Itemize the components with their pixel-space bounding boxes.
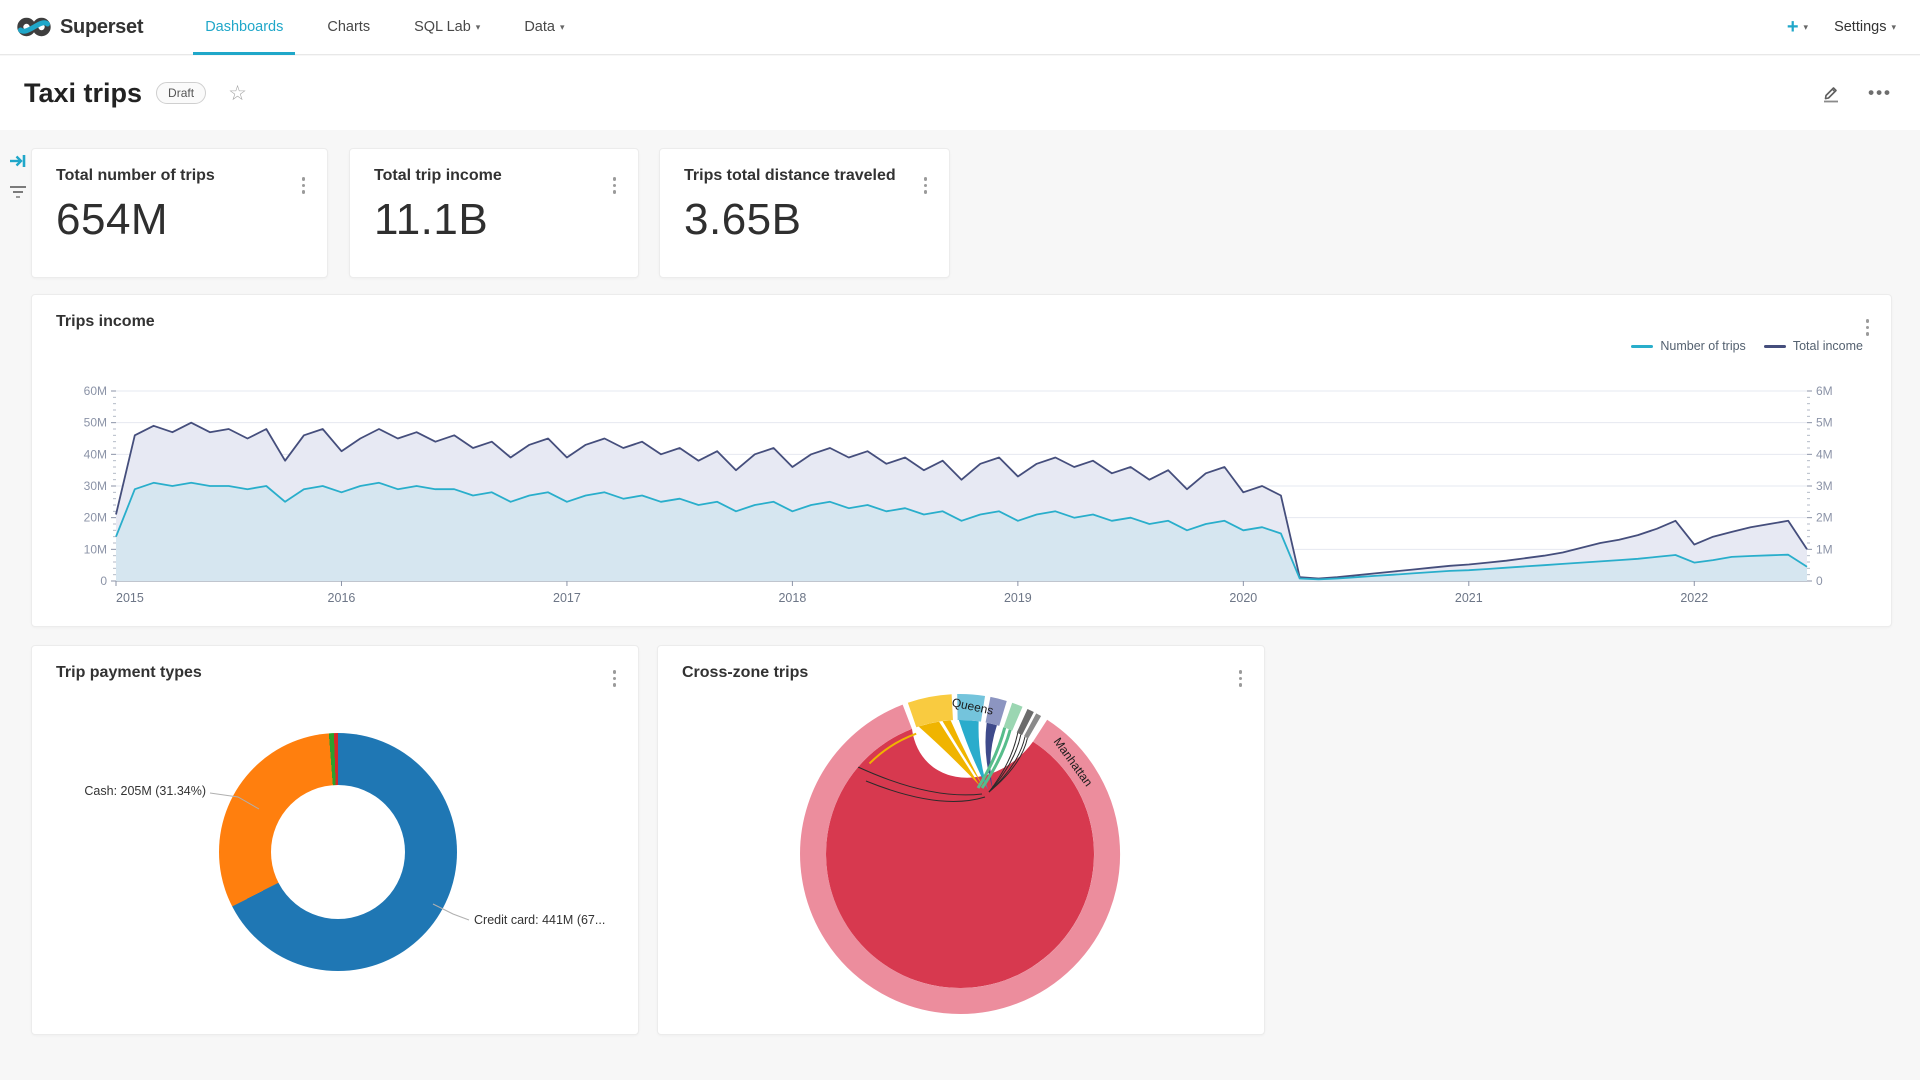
svg-text:2017: 2017 bbox=[553, 591, 581, 605]
settings-label: Settings bbox=[1834, 19, 1886, 35]
settings-menu[interactable]: Settings ▾ bbox=[1834, 19, 1896, 35]
chart-title: Trip payment types bbox=[56, 664, 202, 682]
nav-item-label: SQL Lab bbox=[414, 19, 471, 35]
svg-text:2015: 2015 bbox=[116, 591, 144, 605]
kpi-title: Total number of trips bbox=[56, 167, 215, 185]
kpi-value: 11.1B bbox=[374, 195, 488, 245]
nav-item-dashboards[interactable]: Dashboards bbox=[183, 0, 305, 55]
payment-donut-chart[interactable] bbox=[219, 733, 457, 971]
chart-menu-icon[interactable] bbox=[1862, 315, 1874, 340]
svg-text:20M: 20M bbox=[84, 511, 107, 525]
chart-menu-icon[interactable] bbox=[1235, 666, 1247, 691]
svg-text:60M: 60M bbox=[84, 384, 107, 398]
legend-label: Number of trips bbox=[1660, 339, 1745, 353]
svg-text:4M: 4M bbox=[1816, 447, 1833, 461]
svg-text:2018: 2018 bbox=[778, 591, 806, 605]
chevron-down-icon: ▾ bbox=[476, 22, 481, 33]
chevron-down-icon: ▾ bbox=[1804, 22, 1809, 33]
svg-text:10M: 10M bbox=[84, 542, 107, 556]
cross-zone-chord-canvas[interactable]: QueensManhattan bbox=[790, 684, 1130, 1024]
kpi-value: 3.65B bbox=[684, 195, 801, 245]
nav-item-label: Dashboards bbox=[205, 19, 283, 35]
kpi-title: Total trip income bbox=[374, 167, 502, 185]
cross-zone-card: Cross-zone trips QueensManhattan bbox=[657, 645, 1265, 1035]
chart-menu-icon[interactable] bbox=[609, 666, 621, 691]
more-actions-icon[interactable]: ••• bbox=[1868, 83, 1892, 103]
nav-item-charts[interactable]: Charts bbox=[305, 0, 392, 55]
svg-text:3M: 3M bbox=[1816, 479, 1833, 493]
svg-text:2016: 2016 bbox=[328, 591, 356, 605]
nav-item-label: Data bbox=[524, 19, 555, 35]
dashboard-header: Taxi trips Draft ☆ ••• bbox=[0, 56, 1920, 130]
svg-text:0: 0 bbox=[1816, 574, 1823, 588]
svg-text:2022: 2022 bbox=[1680, 591, 1708, 605]
superset-logo[interactable]: Superset bbox=[16, 16, 143, 39]
legend-label: Total income bbox=[1793, 339, 1863, 353]
svg-text:30M: 30M bbox=[84, 479, 107, 493]
svg-text:5M: 5M bbox=[1816, 416, 1833, 430]
svg-text:50M: 50M bbox=[84, 416, 107, 430]
kpi-card-total-trips: Total number of trips 654M bbox=[31, 148, 328, 278]
svg-text:40M: 40M bbox=[84, 447, 107, 461]
svg-text:2021: 2021 bbox=[1455, 591, 1483, 605]
svg-text:2M: 2M bbox=[1816, 511, 1833, 525]
new-item-button[interactable]: + ▾ bbox=[1787, 16, 1808, 39]
nav-item-label: Charts bbox=[327, 19, 370, 35]
payment-types-card: Trip payment types Cash: 205M (31.34%) C… bbox=[31, 645, 639, 1035]
nav-item-data[interactable]: Data ▾ bbox=[502, 0, 586, 55]
legend-swatch bbox=[1764, 345, 1786, 348]
kpi-value: 654M bbox=[56, 195, 168, 245]
legend-swatch bbox=[1631, 345, 1653, 348]
chart-menu-icon[interactable] bbox=[298, 173, 310, 198]
status-badge: Draft bbox=[156, 82, 206, 104]
expand-filter-bar-icon[interactable] bbox=[8, 152, 28, 175]
trips-income-card: Trips income Number of trips Total income… bbox=[31, 294, 1892, 627]
legend-item[interactable]: Total income bbox=[1764, 339, 1863, 353]
pie-label-credit: Credit card: 441M (67... bbox=[474, 913, 605, 927]
svg-text:0: 0 bbox=[100, 574, 107, 588]
chart-title: Cross-zone trips bbox=[682, 664, 808, 682]
plus-icon: + bbox=[1787, 16, 1799, 39]
top-navbar: Superset Dashboards Charts SQL Lab ▾ Dat… bbox=[0, 0, 1920, 55]
svg-text:2019: 2019 bbox=[1004, 591, 1032, 605]
legend-item[interactable]: Number of trips bbox=[1631, 339, 1745, 353]
chart-title: Trips income bbox=[56, 313, 155, 331]
filter-icon[interactable] bbox=[8, 184, 28, 205]
svg-text:2020: 2020 bbox=[1229, 591, 1257, 605]
nav-item-sql-lab[interactable]: SQL Lab ▾ bbox=[392, 0, 502, 55]
page-title: Taxi trips bbox=[24, 78, 142, 109]
superset-infinity-icon bbox=[16, 16, 52, 38]
trips-income-canvas[interactable]: 0 10M 20M 30M 40M 50M 60M 0 1M 2M 3M 4M 5M 6M 2015 2016… bbox=[52, 375, 1873, 615]
chart-menu-icon[interactable] bbox=[609, 173, 621, 198]
kpi-card-trip-income: Total trip income 11.1B bbox=[349, 148, 639, 278]
favorite-star-icon[interactable]: ☆ bbox=[228, 81, 247, 106]
svg-text:6M: 6M bbox=[1816, 384, 1833, 398]
kpi-card-distance: Trips total distance traveled 3.65B bbox=[659, 148, 950, 278]
chart-legend: Number of trips Total income bbox=[1631, 339, 1863, 353]
edit-pencil-icon[interactable] bbox=[1820, 82, 1842, 104]
chevron-down-icon: ▾ bbox=[1891, 22, 1896, 33]
donut-hole bbox=[271, 785, 405, 919]
kpi-title: Trips total distance traveled bbox=[684, 167, 896, 185]
chart-menu-icon[interactable] bbox=[920, 173, 932, 198]
svg-text:1M: 1M bbox=[1816, 542, 1833, 556]
chevron-down-icon: ▾ bbox=[560, 22, 565, 33]
pie-label-cash: Cash: 205M (31.34%) bbox=[52, 784, 206, 798]
brand-name: Superset bbox=[60, 16, 143, 39]
